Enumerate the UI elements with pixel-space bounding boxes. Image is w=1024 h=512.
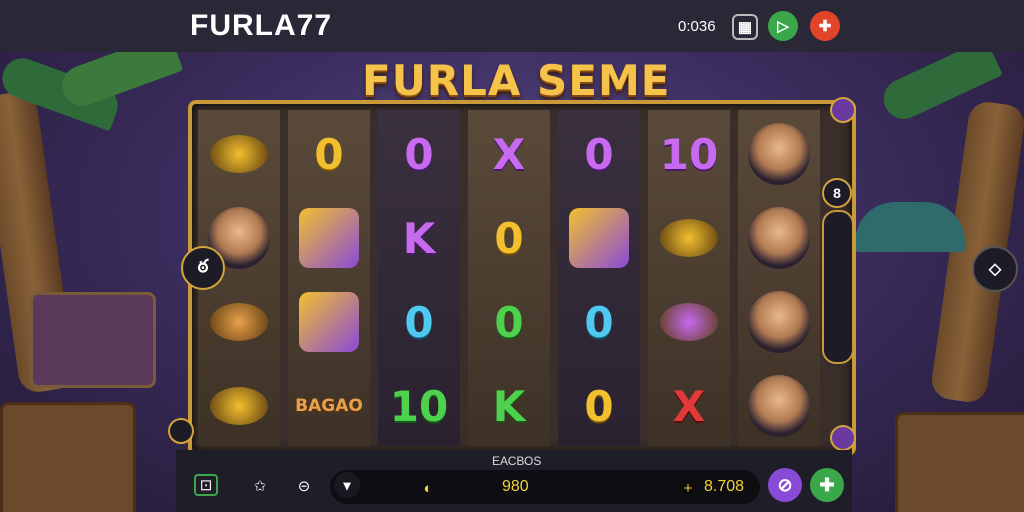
reel-symbol (648, 280, 730, 364)
reel-symbol (288, 196, 370, 280)
reel-symbol: 0 (558, 112, 640, 196)
symbol-label: K (492, 381, 526, 431)
reel-symbol: 0 (378, 280, 460, 364)
balance-value: 8.708 (704, 478, 745, 495)
reel-symbol: X (468, 112, 550, 196)
symbol-label: 10 (389, 381, 449, 431)
reel-symbol (738, 196, 820, 280)
star-icon[interactable]: ✩ (248, 474, 272, 498)
character-portrait-icon (748, 375, 810, 437)
coin-symbol-icon (660, 303, 718, 341)
palm-leaf-left-2 (56, 52, 184, 112)
reel-symbol: K (378, 196, 460, 280)
symbol-label: K (402, 213, 436, 263)
tag-icon[interactable]: ◇ (972, 246, 1018, 292)
special-symbol-icon (299, 208, 359, 268)
reel-symbol: K (468, 364, 550, 448)
special-symbol-icon (569, 208, 629, 268)
brand-logo: FURLA77 (190, 9, 333, 42)
coin-symbol-icon (210, 135, 268, 173)
reel-4: X 0 0 K (468, 110, 550, 446)
symbol-label: 0 (494, 213, 524, 263)
coin-symbol-icon (660, 219, 718, 257)
play-icon[interactable]: ▷ (768, 11, 798, 41)
coin-symbol-icon (210, 303, 268, 341)
special-symbol-icon (299, 292, 359, 352)
reel-symbol (198, 364, 280, 448)
symbol-label: X (672, 381, 706, 431)
market-tent-right (855, 202, 965, 252)
reel-symbol: 0 (468, 196, 550, 280)
reel-symbol: 10 (648, 112, 730, 196)
bets-label: ЕАСВОЅ (492, 454, 542, 468)
reel-symbol: 0 (468, 280, 550, 364)
symbol-label: 10 (659, 129, 719, 179)
symbol-label: 0 (494, 297, 524, 347)
reel-symbol: 0 (288, 112, 370, 196)
reel-2: 0 BAGAO (288, 110, 370, 446)
cards-icon[interactable]: ▦ (732, 14, 758, 40)
arrow-up-icon: + (683, 479, 693, 497)
barrel-left (0, 402, 136, 512)
reels-frame: 0 BAGAO 0 K 0 10 X 0 0 K 0 0 0 10 X (188, 100, 856, 456)
clock-display: 0:036 (678, 18, 716, 35)
top-bar: FURLA77 0:036 ▦ ▷ ✚ (0, 0, 1024, 52)
reel-symbol: 0 (378, 112, 460, 196)
reel-3: 0 K 0 10 (378, 110, 460, 446)
character-portrait-icon (748, 207, 810, 269)
game-title: FURLA SEME (362, 56, 671, 105)
reel-symbol (648, 196, 730, 280)
coin-symbol-icon (210, 387, 268, 425)
controller-icon[interactable]: ⊝ (292, 474, 316, 498)
reel-symbol (198, 280, 280, 364)
left-side-button[interactable]: ఠ (181, 246, 225, 290)
reel-symbol (558, 196, 640, 280)
symbol-label: 0 (584, 129, 614, 179)
reel-symbol: 0 (558, 364, 640, 448)
bet-value: 980 (502, 478, 529, 495)
symbol-label: 0 (404, 297, 434, 347)
reel-symbol (738, 364, 820, 448)
chart-icon[interactable]: ⊡ (194, 474, 218, 496)
symbol-label: 0 (584, 297, 614, 347)
reel-symbol: BAGAO (288, 364, 370, 448)
symbol-label: 0 (404, 129, 434, 179)
frame-corner-gem-top (830, 97, 856, 123)
bet-level-slider[interactable] (822, 210, 854, 364)
plus-icon[interactable]: ✚ (810, 468, 844, 502)
reel-symbol: 0 (558, 280, 640, 364)
reel-symbol (198, 112, 280, 196)
right-side-button[interactable]: 8 (822, 178, 852, 208)
right-side-glyph: 8 (833, 185, 841, 201)
reel-symbol: 10 (378, 364, 460, 448)
globe-icon[interactable]: ⊘ (768, 468, 802, 502)
reel-5: 0 0 0 (558, 110, 640, 446)
symbol-label: X (492, 129, 526, 179)
reel-symbol (288, 280, 370, 364)
barrel-right (895, 412, 1024, 512)
down-arrow-icon[interactable]: ▾ (334, 472, 360, 498)
reel-symbol (738, 280, 820, 364)
gift-icon[interactable]: ✚ (810, 11, 840, 41)
reel-symbol: X (648, 364, 730, 448)
character-portrait-icon (748, 123, 810, 185)
symbol-label: BAGAO (295, 396, 363, 416)
symbol-label: 0 (584, 381, 614, 431)
character-portrait-icon (748, 291, 810, 353)
coin-stack-icon: ◐ (423, 479, 433, 497)
treasure-chest-left (30, 292, 156, 388)
left-side-glyph: ఠ (197, 255, 209, 276)
symbol-label: 0 (314, 129, 344, 179)
reel-symbol (738, 112, 820, 196)
reel-6: 10 X (648, 110, 730, 446)
frame-corner-gem-bottom (830, 425, 856, 451)
frame-corner-gem-left (168, 418, 194, 444)
reel-7 (738, 110, 820, 446)
